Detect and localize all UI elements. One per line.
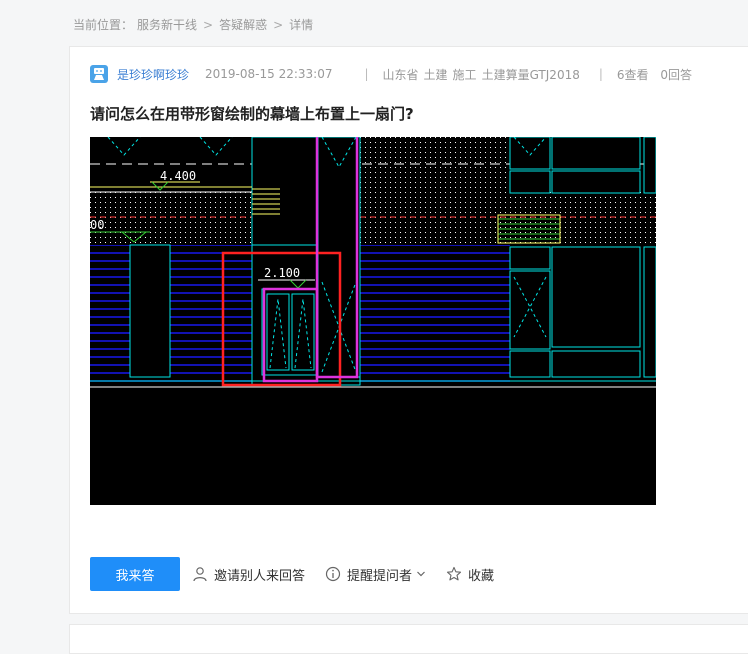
slab-dots-center: [360, 137, 510, 245]
breadcrumb-item-service[interactable]: 服务新干线: [137, 16, 197, 33]
elevation-label-4400: 4.400: [160, 169, 196, 183]
breadcrumb-separator: >: [273, 17, 284, 32]
breadcrumb-separator: >: [203, 17, 214, 32]
elevation-label-2100: 2.100: [264, 266, 300, 280]
favorite-label: 收藏: [468, 568, 495, 584]
column-left: [129, 244, 171, 378]
info-icon: [325, 566, 341, 582]
breadcrumb: 当前位置： 服务新干线 > 答疑解惑 > 详情: [73, 16, 313, 33]
answer-button[interactable]: 我来答: [90, 557, 180, 591]
door-frame: [261, 288, 319, 376]
remind-action[interactable]: 提醒提问者: [325, 565, 426, 584]
chevron-down-icon: [417, 571, 425, 577]
question-meta: 是珍珍啊珍珍 2019-08-15 22:33:07 | 山东省 土建 施工 土…: [90, 65, 700, 83]
next-card: [69, 624, 748, 654]
invite-label: 邀请别人来回答: [214, 568, 306, 584]
cad-drawing: 4.400 00 2.100: [90, 137, 656, 388]
view-count: 6查看: [616, 67, 649, 82]
tag-discipline: 土建: [423, 67, 448, 82]
breadcrumb-item-detail: 详情: [289, 18, 314, 32]
elevation-label-00: 00: [90, 218, 104, 232]
star-icon: [446, 566, 462, 581]
invite-action[interactable]: 邀请别人来回答: [192, 565, 305, 584]
author-name[interactable]: 是珍珍啊珍珍: [117, 66, 189, 83]
avatar[interactable]: [90, 65, 108, 83]
green-hatch: [497, 214, 561, 244]
meta-divider: |: [364, 67, 369, 81]
question-title: 请问怎么在用带形窗绘制的幕墙上布置上一扇门?: [90, 105, 414, 123]
favorite-action[interactable]: 收藏: [446, 565, 494, 584]
breadcrumb-item-qa[interactable]: 答疑解惑: [219, 16, 267, 33]
tag-stage: 施工: [452, 67, 477, 82]
yellow-hatch: [252, 185, 280, 215]
slab-dots-left: [90, 192, 252, 244]
tag-product: 土建算量GTJ2018: [481, 67, 580, 82]
question-counts: 6查看 0回答: [617, 66, 700, 83]
right-window-grid: [509, 137, 656, 378]
tag-region: 山东省: [382, 67, 419, 82]
user-icon: [193, 567, 207, 582]
remind-label: 提醒提问者: [347, 568, 413, 584]
user-avatar-icon: [94, 68, 104, 80]
question-card: 是珍珍啊珍珍 2019-08-15 22:33:07 | 山东省 土建 施工 土…: [69, 46, 748, 614]
meta-divider: |: [598, 67, 603, 81]
cad-screenshot: 4.400 00 2.100: [90, 137, 656, 505]
breadcrumb-label: 当前位置：: [73, 18, 134, 32]
answer-count: 0回答: [660, 67, 692, 82]
question-timestamp: 2019-08-15 22:33:07: [205, 67, 333, 81]
action-bar: 我来答 邀请别人来回答 提醒提问者 收藏: [90, 557, 514, 591]
